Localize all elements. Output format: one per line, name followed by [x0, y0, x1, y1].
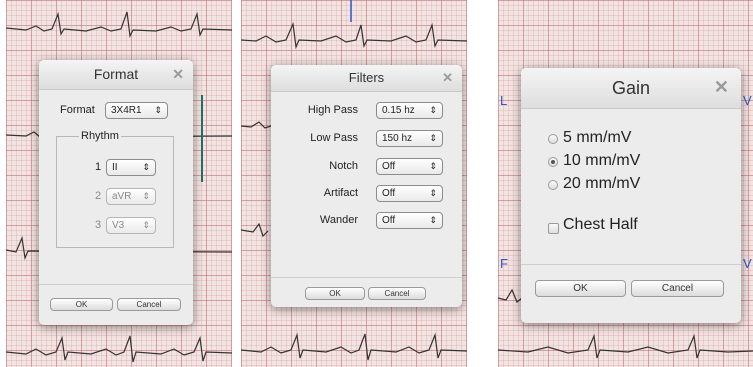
high-pass-select-value: 0.15 hz — [382, 105, 415, 116]
ecg-panel-format: Format ✕ Format 3X4R1 ⇕ Rhythm 1 II ⇕ 2 … — [6, 0, 232, 367]
rhythm-select-1-value: II — [112, 162, 118, 173]
filters-dialog: Filters ✕ High Pass 0.15 hz ⇕ Low Pass 1… — [271, 65, 462, 307]
cancel-button[interactable]: Cancel — [368, 287, 426, 300]
wander-select[interactable]: Off ⇕ — [376, 212, 443, 229]
gain-radio-10[interactable] — [548, 157, 558, 167]
lead-letter-v-top: V — [743, 93, 752, 108]
rhythm-select-3: V3 ⇕ — [106, 217, 156, 234]
rhythm-index-3: 3 — [95, 219, 102, 231]
select-arrows-icon: ⇕ — [429, 105, 437, 115]
chest-half-checkbox[interactable] — [548, 223, 559, 234]
ecg-panel-gain: L F V V Gain ✕ 5 mm/mV 10 mm/mV 20 mm/mV… — [498, 0, 753, 367]
close-icon[interactable]: ✕ — [442, 70, 453, 86]
ok-button[interactable]: OK — [50, 298, 113, 311]
select-arrows-icon: ⇕ — [142, 220, 150, 230]
artifact-select[interactable]: Off ⇕ — [376, 185, 443, 202]
dialog-header: Filters ✕ — [271, 65, 462, 92]
close-icon[interactable]: ✕ — [172, 66, 184, 83]
gain-radio-5[interactable] — [548, 134, 558, 144]
gain-radio-20[interactable] — [548, 180, 558, 190]
format-select-value: 3X4R1 — [111, 105, 142, 116]
artifact-label: Artifact — [323, 187, 358, 199]
dialog-footer-divider — [521, 264, 741, 265]
ecg-panel-filters: Filters ✕ High Pass 0.15 hz ⇕ Low Pass 1… — [241, 0, 467, 367]
select-arrows-icon: ⇕ — [142, 162, 150, 172]
select-arrows-icon: ⇕ — [154, 105, 162, 115]
chest-half-label[interactable]: Chest Half — [563, 216, 638, 234]
cancel-button[interactable]: Cancel — [631, 280, 724, 297]
dialog-header: Format ✕ — [39, 60, 193, 90]
lead-letter-f: F — [500, 256, 508, 271]
rhythm-select-2: aVR ⇕ — [106, 188, 156, 205]
low-pass-select-value: 150 hz — [382, 133, 413, 144]
lead-letter-l: L — [500, 93, 508, 108]
notch-label: Notch — [329, 160, 358, 172]
artifact-select-value: Off — [382, 188, 396, 199]
rhythm-select-2-value: aVR — [112, 191, 132, 202]
ok-button[interactable]: OK — [535, 280, 626, 297]
rhythm-index-1: 1 — [95, 161, 102, 173]
close-icon[interactable]: ✕ — [714, 77, 729, 98]
format-select[interactable]: 3X4R1 ⇕ — [105, 102, 168, 119]
cancel-button[interactable]: Cancel — [117, 298, 181, 311]
select-arrows-icon: ⇕ — [429, 188, 437, 198]
format-label: Format — [60, 104, 95, 116]
select-arrows-icon: ⇕ — [429, 133, 437, 143]
wander-label: Wander — [319, 214, 358, 226]
dialog-footer-divider — [39, 284, 193, 285]
gain-dialog: Gain ✕ 5 mm/mV 10 mm/mV 20 mm/mV Chest H… — [521, 68, 741, 323]
high-pass-select[interactable]: 0.15 hz ⇕ — [376, 102, 443, 119]
dialog-title: Filters — [348, 70, 385, 85]
select-arrows-icon: ⇕ — [429, 215, 437, 225]
ok-button[interactable]: OK — [305, 287, 365, 300]
dialog-title: Format — [93, 66, 139, 82]
notch-select-value: Off — [382, 161, 396, 172]
gain-option-5-label[interactable]: 5 mm/mV — [563, 129, 631, 147]
high-pass-label: High Pass — [307, 104, 358, 116]
wander-select-value: Off — [382, 215, 396, 226]
lead-letter-v-bottom: V — [743, 256, 752, 271]
rhythm-index-2: 2 — [95, 190, 102, 202]
gain-option-10-label[interactable]: 10 mm/mV — [563, 152, 640, 170]
dialog-title: Gain — [611, 78, 651, 98]
select-arrows-icon: ⇕ — [142, 191, 150, 201]
rhythm-legend: Rhythm — [81, 130, 119, 142]
low-pass-label: Low Pass — [310, 132, 358, 144]
format-dialog: Format ✕ Format 3X4R1 ⇕ Rhythm 1 II ⇕ 2 … — [39, 60, 193, 325]
dialog-footer-divider — [271, 277, 462, 278]
low-pass-select[interactable]: 150 hz ⇕ — [376, 130, 443, 147]
notch-select[interactable]: Off ⇕ — [376, 158, 443, 175]
gain-option-20-label[interactable]: 20 mm/mV — [563, 175, 640, 193]
rhythm-select-3-value: V3 — [112, 220, 125, 231]
select-arrows-icon: ⇕ — [429, 161, 437, 171]
rhythm-select-1[interactable]: II ⇕ — [106, 159, 156, 176]
dialog-header: Gain ✕ — [521, 68, 741, 109]
